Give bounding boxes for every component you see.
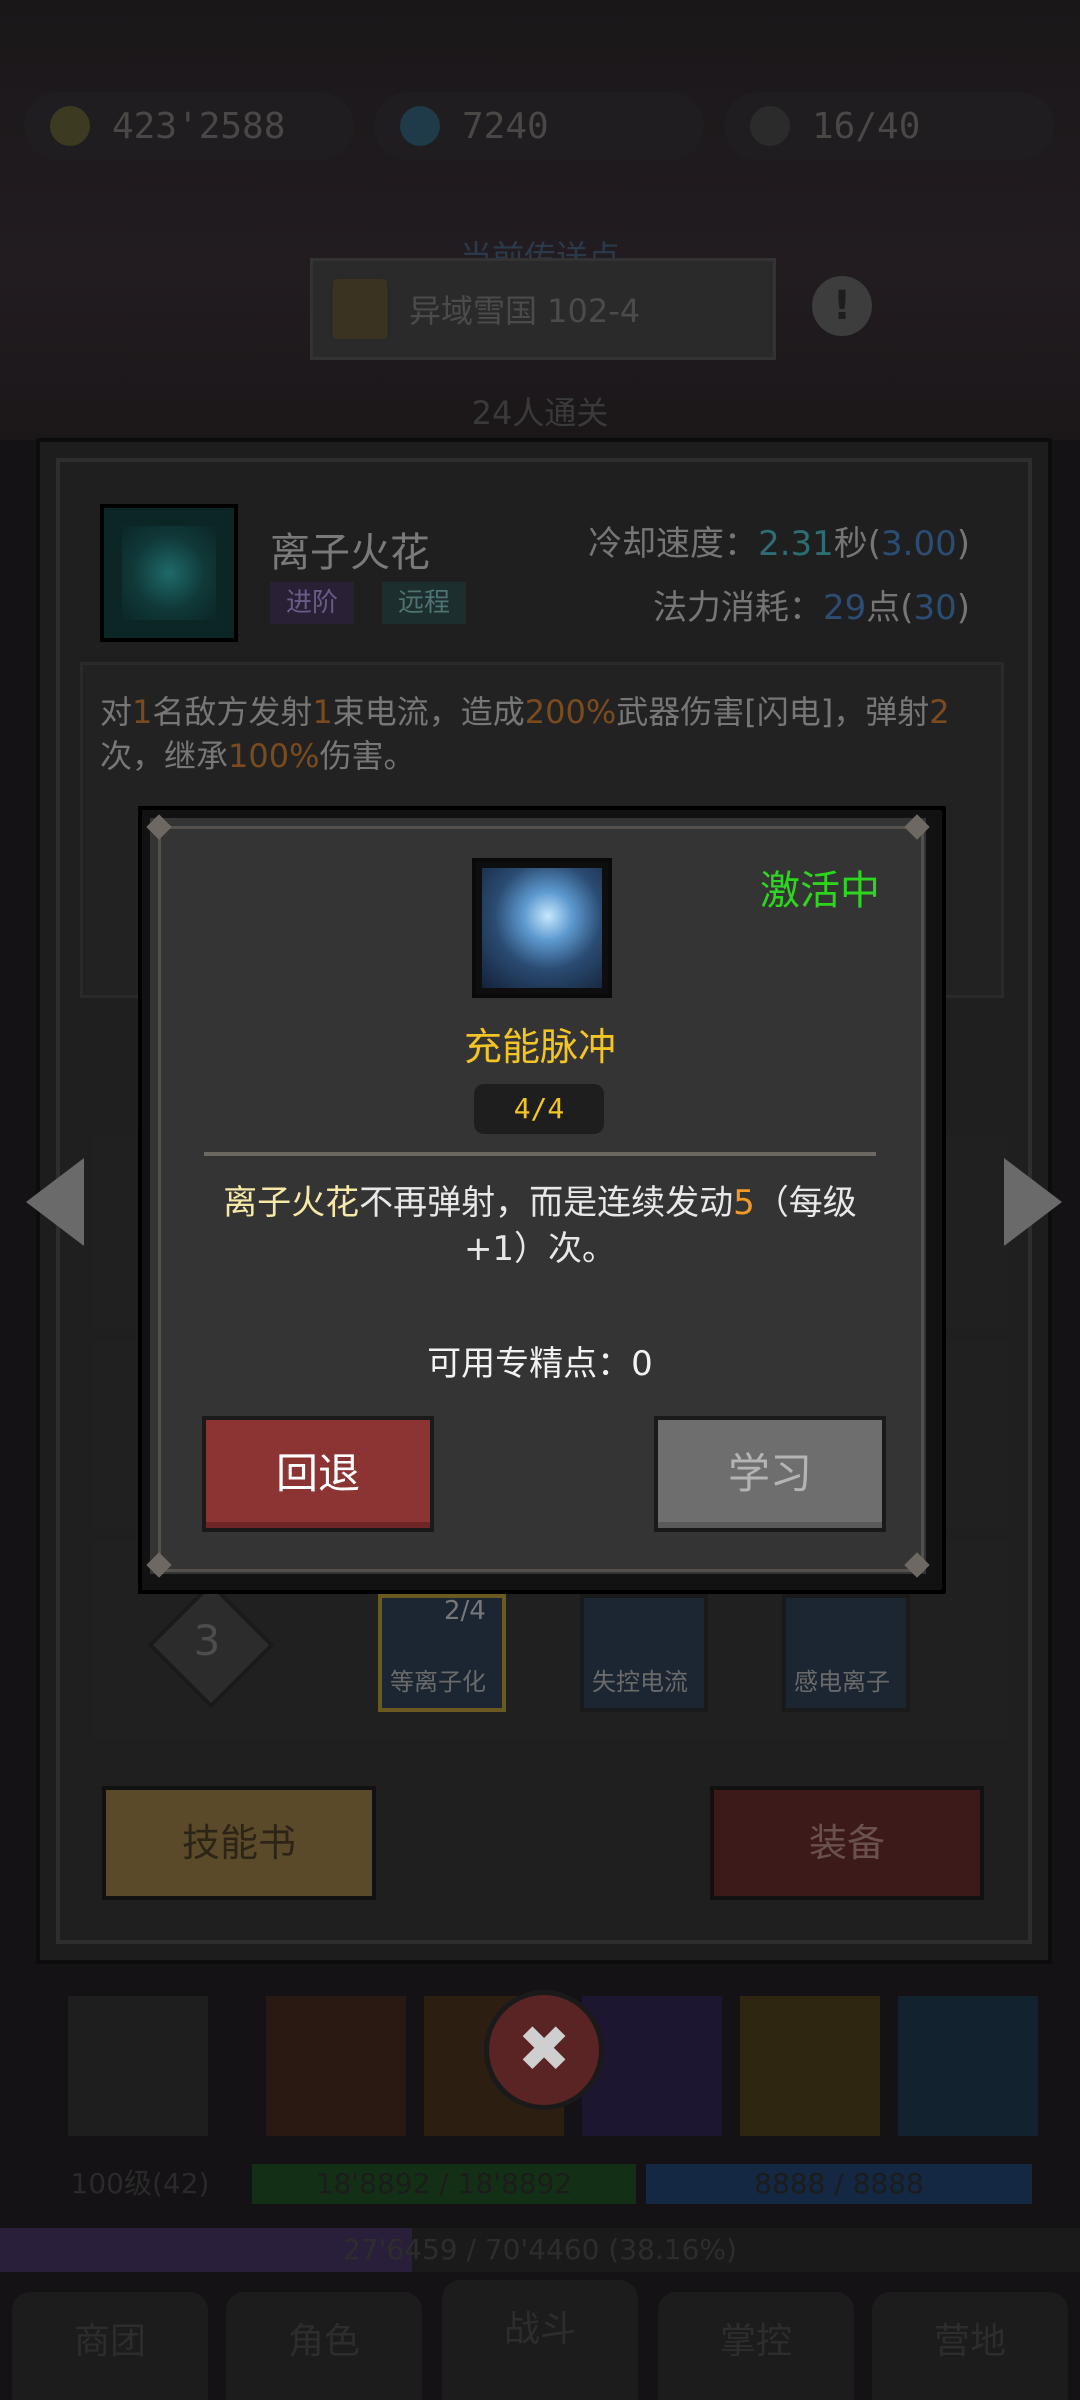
skill-name: 离子火花 [270,530,430,576]
skill-slot-4[interactable] [740,1996,880,2136]
player-avatar[interactable] [68,1996,208,2136]
tag-advanced: 进阶 [270,582,355,624]
player-level: 100级(42) [70,2167,210,2200]
divider [204,1152,876,1156]
background [0,0,1080,440]
talent-description: 离子火花不再弹射，而是连续发动5（每级+1）次。 [223,1183,857,1269]
skill-slot-5[interactable] [898,1996,1038,2136]
tag-ranged: 远程 [382,582,467,624]
talent-level-number: 3 [193,1616,221,1665]
key-counter: 16/40 [724,92,1054,160]
skill-slot-3[interactable] [582,1996,722,2136]
key-icon [750,106,790,146]
charge-pulse-icon [472,858,612,998]
map-book-icon [333,279,387,339]
talent-induced-ions-label: 感电离子 [794,1668,890,1696]
talent-plasma-label: 等离子化 [390,1668,486,1696]
learn-button[interactable]: 学习 [654,1416,886,1532]
cleared-count: 24人通关 [471,394,609,432]
xp-text: 27'6459 / 70'4460 (38.16%) [343,2233,737,2266]
active-status: 激活中 [760,868,880,914]
skill-slot-1[interactable] [266,1996,406,2136]
cooldown-stat: 冷却速度：2.31秒(3.00) [588,524,970,564]
nav-merchant[interactable]: 商团 [12,2292,208,2400]
nav-camp[interactable]: 营地 [872,2292,1068,2400]
hp-bar: 18'8892 / 18'8892 [252,2164,636,2204]
close-icon[interactable]: ✖ [484,1990,604,2110]
nav-battle[interactable]: 战斗 [442,2280,638,2400]
skill-icon-ion-spark [100,504,238,642]
gold-counter: 423'2588 [24,92,354,160]
available-points: 可用专精点：0 [427,1344,653,1384]
info-icon[interactable]: ! [812,276,872,336]
talent-plasma-count: 2/4 [444,1596,486,1626]
mp-bar: 8888 / 8888 [646,2164,1032,2204]
skill-book-button[interactable]: 技能书 [102,1786,376,1900]
nav-character[interactable]: 角色 [226,2292,422,2400]
talent-level: 4/4 [474,1084,604,1134]
refund-button[interactable]: 回退 [202,1416,434,1532]
equip-button[interactable]: 装备 [710,1786,984,1900]
nav-control[interactable]: 掌控 [658,2292,854,2400]
gem-icon [400,106,440,146]
talent-runaway-current-label: 失控电流 [592,1668,688,1696]
skill-description: 对1名敌方发射1束电流，造成200%武器伤害[闪电]，弹射2次，继承100%伤害… [100,693,950,775]
talent-name: 充能脉冲 [463,1025,616,1069]
next-skill-arrow-icon[interactable] [1004,1158,1062,1246]
mana-cost-stat: 法力消耗：29点(30) [652,588,970,628]
portal-selector[interactable]: 异域雪国 102-4 [310,258,776,360]
gold-coin-icon [50,106,90,146]
prev-skill-arrow-icon[interactable] [26,1158,84,1246]
gem-counter: 7240 [374,92,704,160]
